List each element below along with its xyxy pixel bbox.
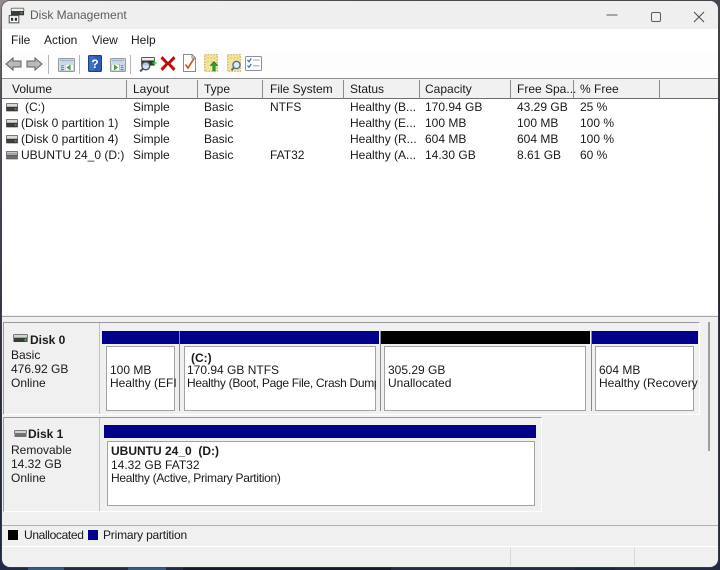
svg-text:?: ? bbox=[91, 57, 98, 71]
